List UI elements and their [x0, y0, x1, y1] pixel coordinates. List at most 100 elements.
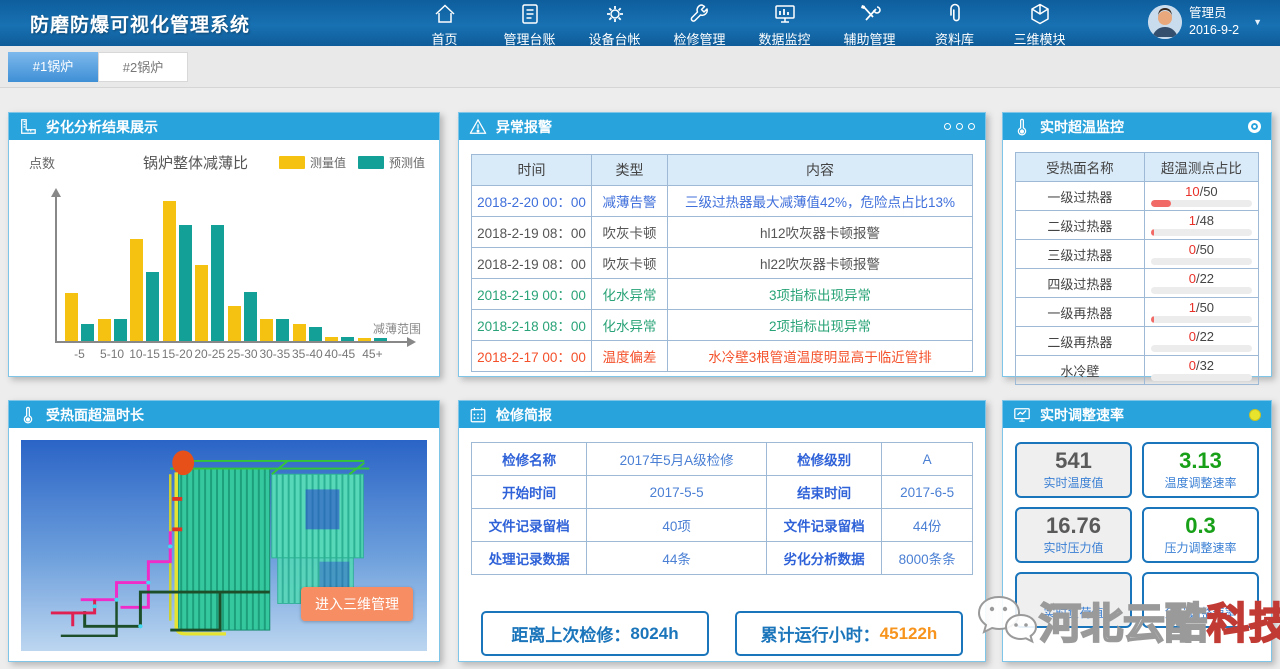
alarm-row[interactable]: 2018-2-19 08：00吹灰卡顿hl22吹灰器卡顿报警: [472, 248, 973, 279]
rate-card[interactable]: 负荷调整速率: [1142, 572, 1259, 628]
overtemp-col-header: 受热面名称: [1016, 153, 1145, 182]
bar-group: 40-45: [325, 337, 354, 341]
overtemp-progress-fill: [1151, 229, 1154, 236]
overtemp-ratio-cell: 0/50: [1144, 240, 1258, 269]
user-date: 2016-9-2: [1189, 22, 1239, 39]
more-options-icon[interactable]: [944, 123, 975, 130]
nav-item-label: 资料库: [935, 29, 974, 48]
nav-item-8[interactable]: 三维模块: [1000, 0, 1079, 48]
ruler-icon: [19, 118, 37, 136]
overtemp-row: 二级过热器1/48: [1016, 211, 1259, 240]
nav-item-6[interactable]: 辅助管理: [830, 0, 909, 48]
bar-group: 25-30: [228, 292, 257, 341]
bar-group: 35-40: [293, 324, 322, 341]
bar-pair: [260, 319, 289, 341]
nav-item-5[interactable]: 数据监控: [745, 0, 824, 48]
maintenance-label: 文件记录留档: [767, 509, 882, 542]
user-box[interactable]: 管理员 2016-9-2 ▼: [1148, 5, 1262, 39]
rate-card[interactable]: 3.13温度调整速率: [1142, 442, 1259, 498]
rate-card[interactable]: 541实时温度值: [1015, 442, 1132, 498]
overtemp-count: 0: [1189, 358, 1196, 373]
overtemp-progress-track: [1151, 200, 1252, 207]
maintenance-label: 结束时间: [767, 476, 882, 509]
overtemp-count: 1: [1189, 300, 1196, 315]
alarm-row[interactable]: 2018-2-20 00：00减薄告警三级过热器最大减薄值42%，危险点占比13…: [472, 186, 973, 217]
panel-overtemp-header: 实时超温监控: [1003, 113, 1271, 140]
alarm-type: 温度偏差: [592, 341, 668, 372]
overtemp-ratio-cell: 10/50: [1144, 182, 1258, 211]
overtemp-progress-track: [1151, 345, 1252, 352]
rate-label: 压力调整速率: [1164, 539, 1236, 556]
alarm-row[interactable]: 2018-2-17 00：00温度偏差水冷壁3根管道温度明显高于临近管排: [472, 341, 973, 372]
nav-item-4[interactable]: 检修管理: [660, 0, 739, 48]
overtemp-ratio: 0/22: [1151, 272, 1252, 285]
nav-item-label: 三维模块: [1014, 29, 1066, 48]
alarm-time: 2018-2-19 08：00: [472, 217, 592, 248]
nav-item-label: 首页: [432, 29, 458, 48]
panel-duration-title: 受热面超温时长: [46, 405, 144, 425]
x-tick-label: 20-25: [194, 347, 225, 361]
alarm-row[interactable]: 2018-2-19 00：00化水异常3项指标出现异常: [472, 279, 973, 310]
bar-pair: [163, 201, 192, 341]
overtemp-progress-track: [1151, 229, 1252, 236]
bar-group: 15-20: [163, 201, 192, 341]
rate-card[interactable]: 实时负荷值: [1015, 572, 1132, 628]
stat-box[interactable]: 累计运行小时：45122h: [735, 611, 963, 656]
x-tick-label: 15-20: [162, 347, 193, 361]
stat-box[interactable]: 距离上次检修：8024h: [481, 611, 709, 656]
monitor-chart-icon: [1013, 406, 1031, 424]
boiler-3d-view[interactable]: 进入三维管理: [21, 440, 427, 651]
maintenance-row: 文件记录留档40项文件记录留档44份: [472, 509, 973, 542]
alarm-row[interactable]: 2018-2-19 08：00吹灰卡顿hl12吹灰器卡顿报警: [472, 217, 973, 248]
rate-cards: 541实时温度值3.13温度调整速率16.76实时压力值0.3压力调整速率实时负…: [1015, 438, 1259, 628]
overtemp-ratio: 0/32: [1151, 359, 1252, 372]
nav-item-3[interactable]: 设备台帐: [575, 0, 654, 48]
enter-3d-button[interactable]: 进入三维管理: [301, 587, 413, 621]
overtemp-row: 水冷壁0/32: [1016, 356, 1259, 385]
rate-card[interactable]: 16.76实时压力值: [1015, 507, 1132, 563]
bar-测量值: [358, 338, 371, 341]
status-indicator-icon: [1248, 120, 1261, 133]
boiler-tabbar: #1锅炉 #2锅炉: [0, 46, 1280, 88]
bar-chart: 减薄范围 -55-1010-1515-2020-2525-3030-3535-4…: [21, 177, 427, 365]
panel-alarms: 异常报警 时间类型内容 2018-2-20 00：00减薄告警三级过热器最大减薄…: [458, 112, 986, 377]
panel-alarms-title: 异常报警: [496, 117, 552, 137]
chevron-down-icon[interactable]: ▼: [1253, 17, 1262, 27]
data-monitor-icon: [773, 2, 797, 26]
nav-item-2[interactable]: 管理台账: [490, 0, 569, 48]
alarm-type: 化水异常: [592, 310, 668, 341]
bar-group: 10-15: [130, 239, 159, 341]
rate-card[interactable]: 0.3压力调整速率: [1142, 507, 1259, 563]
nav-item-1[interactable]: 首页: [405, 0, 484, 48]
legend-swatch: [358, 156, 384, 169]
paperclip-icon: [943, 2, 967, 26]
chart-title: 锅炉整体减薄比: [143, 152, 248, 173]
rate-value: 3.13: [1179, 449, 1222, 473]
overtemp-ratio: 10/50: [1151, 185, 1252, 198]
maintenance-row: 处理记录数据44条劣化分析数据8000条条: [472, 542, 973, 575]
bar-预测值: [374, 338, 387, 341]
nav-item-label: 辅助管理: [844, 29, 896, 48]
alarm-row[interactable]: 2018-2-18 08：00化水异常2项指标出现异常: [472, 310, 973, 341]
alarm-type: 化水异常: [592, 279, 668, 310]
maintenance-value: 2017-6-5: [882, 476, 973, 509]
overtemp-row: 四级过热器0/22: [1016, 269, 1259, 298]
tab-boiler-1[interactable]: #1锅炉: [8, 52, 98, 82]
bar-series: -55-1010-1515-2020-2525-3030-3535-4040-4…: [65, 203, 387, 341]
rate-label: 实时压力值: [1043, 539, 1103, 556]
avatar[interactable]: [1148, 5, 1182, 39]
wrench-icon: [688, 2, 712, 26]
panel-degradation-header: 劣化分析结果展示: [9, 113, 439, 140]
nav-item-7[interactable]: 资料库: [915, 0, 994, 48]
overtemp-progress-track: [1151, 258, 1252, 265]
maintenance-label: 文件记录留档: [472, 509, 587, 542]
rate-label: 实时温度值: [1043, 474, 1103, 491]
overtemp-row: 三级过热器0/50: [1016, 240, 1259, 269]
overtemp-row: 二级再热器0/22: [1016, 327, 1259, 356]
stat-label: 累计运行小时：: [761, 621, 880, 646]
alarm-content: hl12吹灰器卡顿报警: [668, 217, 973, 248]
maintenance-value: 2017-5-5: [587, 476, 767, 509]
tab-boiler-2[interactable]: #2锅炉: [98, 52, 188, 82]
bar-pair: [195, 225, 224, 341]
overtemp-row: 一级再热器1/50: [1016, 298, 1259, 327]
